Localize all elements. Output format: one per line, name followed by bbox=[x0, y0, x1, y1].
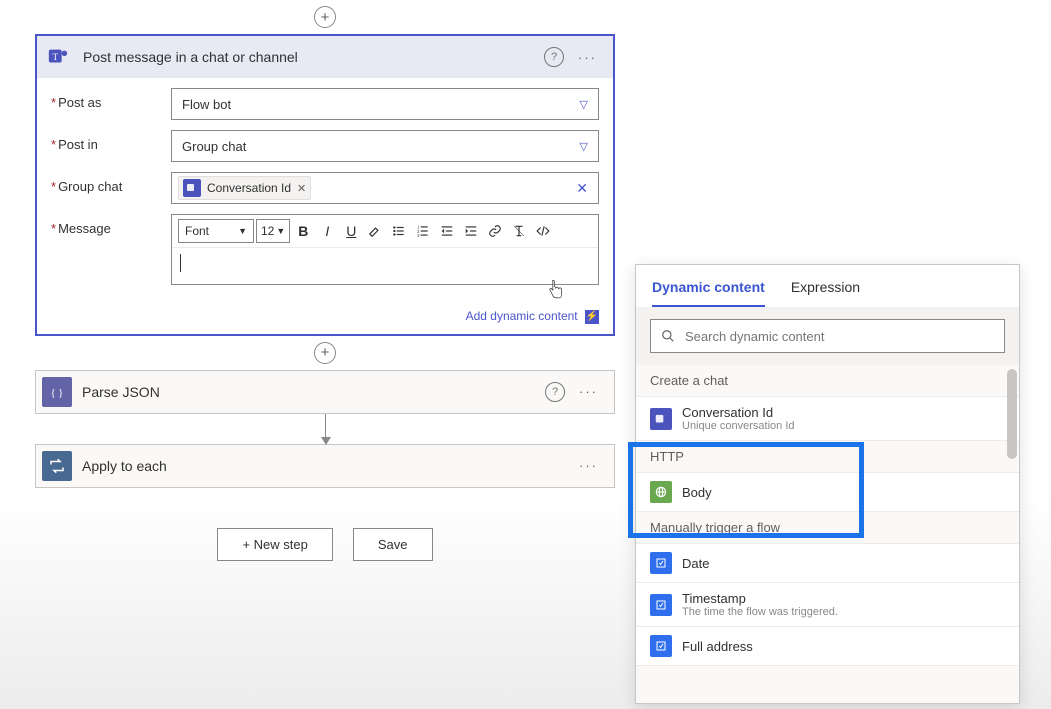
dyn-item-title: Full address bbox=[682, 639, 753, 654]
card-menu-button[interactable]: ··· bbox=[573, 384, 604, 399]
dyn-item-title: Timestamp bbox=[682, 591, 838, 606]
save-button[interactable]: Save bbox=[353, 528, 433, 561]
svg-text:3: 3 bbox=[417, 233, 420, 238]
add-step-middle-button[interactable]: + bbox=[314, 342, 336, 364]
group-chat-label: *Group chat bbox=[51, 172, 171, 194]
message-label: *Message bbox=[51, 214, 171, 236]
add-dynamic-content-link[interactable]: Add dynamic content bbox=[466, 309, 578, 323]
svg-text:{ }: { } bbox=[51, 388, 64, 399]
json-icon: { } bbox=[42, 377, 72, 407]
trigger-icon bbox=[650, 552, 672, 574]
new-step-button[interactable]: + New step bbox=[217, 528, 332, 561]
dyn-item-title: Conversation Id bbox=[682, 405, 795, 420]
group-header: HTTP bbox=[636, 441, 1019, 473]
group-header: Manually trigger a flow bbox=[636, 512, 1019, 544]
scrollbar[interactable] bbox=[1007, 369, 1017, 459]
tab-expression[interactable]: Expression bbox=[791, 279, 860, 307]
group-header: Create a chat bbox=[636, 365, 1019, 397]
dyn-item-body[interactable]: Body bbox=[636, 473, 1019, 512]
teams-icon bbox=[650, 408, 672, 430]
dyn-item-desc: The time the flow was triggered. bbox=[682, 606, 838, 618]
remove-token-icon[interactable]: ✕ bbox=[297, 182, 306, 195]
help-icon[interactable]: ? bbox=[545, 382, 565, 402]
highlight-button[interactable] bbox=[364, 220, 386, 242]
group-chat-input[interactable]: Conversation Id ✕ ✕ bbox=[171, 172, 599, 204]
underline-button[interactable]: U bbox=[340, 220, 362, 242]
rte-toolbar: Font▼ 12▼ B I U 123 bbox=[172, 215, 598, 248]
dyn-item-title: Body bbox=[682, 485, 712, 500]
apply-to-each-card[interactable]: Apply to each ··· bbox=[35, 444, 615, 488]
parse-json-card[interactable]: { } Parse JSON ? ··· bbox=[35, 370, 615, 414]
search-input[interactable] bbox=[683, 328, 994, 345]
trigger-icon bbox=[650, 594, 672, 616]
chevron-down-icon: ▽ bbox=[580, 140, 588, 153]
tab-dynamic-content[interactable]: Dynamic content bbox=[652, 279, 765, 307]
outdent-button[interactable] bbox=[436, 220, 458, 242]
code-view-button[interactable] bbox=[532, 220, 554, 242]
bold-button[interactable]: B bbox=[292, 220, 314, 242]
help-icon[interactable]: ? bbox=[544, 47, 564, 67]
add-step-top-button[interactable]: + bbox=[314, 6, 336, 28]
parse-json-title: Parse JSON bbox=[82, 384, 545, 400]
chevron-down-icon: ▽ bbox=[580, 98, 588, 111]
clear-input-icon[interactable]: ✕ bbox=[572, 180, 592, 197]
post-in-label: *Post in bbox=[51, 130, 171, 152]
loop-icon bbox=[42, 451, 72, 481]
flow-arrow-icon bbox=[325, 414, 326, 444]
teams-card-title: Post message in a chat or channel bbox=[83, 49, 544, 65]
message-textarea[interactable] bbox=[172, 248, 598, 284]
dyn-item-title: Date bbox=[682, 556, 709, 571]
teams-icon bbox=[183, 179, 201, 197]
search-dynamic-content[interactable] bbox=[650, 319, 1005, 353]
font-size-select[interactable]: 12▼ bbox=[256, 219, 290, 243]
apply-to-each-title: Apply to each bbox=[82, 458, 573, 474]
post-in-select[interactable]: Group chat ▽ bbox=[171, 130, 599, 162]
dyn-item-date[interactable]: Date bbox=[636, 544, 1019, 583]
dynamic-content-panel: Dynamic content Expression Create a chat… bbox=[635, 264, 1020, 704]
http-icon bbox=[650, 481, 672, 503]
indent-button[interactable] bbox=[460, 220, 482, 242]
post-as-label: *Post as bbox=[51, 88, 171, 110]
card-menu-button[interactable]: ··· bbox=[572, 50, 603, 65]
dyn-item-desc: Unique conversation Id bbox=[682, 420, 795, 432]
dynamic-content-toggle-icon[interactable]: ⚡ bbox=[585, 310, 599, 324]
italic-button[interactable]: I bbox=[316, 220, 338, 242]
text-caret bbox=[180, 254, 181, 272]
dynamic-content-list: Create a chat Conversation Id Unique con… bbox=[636, 365, 1019, 703]
bullet-list-button[interactable] bbox=[388, 220, 410, 242]
teams-icon: T bbox=[43, 42, 73, 72]
dyn-item-full-address[interactable]: Full address bbox=[636, 627, 1019, 666]
card-menu-button[interactable]: ··· bbox=[573, 458, 604, 473]
link-button[interactable] bbox=[484, 220, 506, 242]
teams-action-card: T Post message in a chat or channel ? ··… bbox=[35, 34, 615, 336]
conversation-id-token[interactable]: Conversation Id ✕ bbox=[178, 176, 311, 200]
svg-text:T: T bbox=[52, 52, 58, 62]
post-as-select[interactable]: Flow bot ▽ bbox=[171, 88, 599, 120]
font-select[interactable]: Font▼ bbox=[178, 219, 254, 243]
numbered-list-button[interactable]: 123 bbox=[412, 220, 434, 242]
teams-card-header[interactable]: T Post message in a chat or channel ? ··… bbox=[37, 36, 613, 78]
message-editor[interactable]: Font▼ 12▼ B I U 123 bbox=[171, 214, 599, 285]
clear-format-button[interactable] bbox=[508, 220, 530, 242]
dyn-item-conversation-id[interactable]: Conversation Id Unique conversation Id bbox=[636, 397, 1019, 441]
trigger-icon bbox=[650, 635, 672, 657]
dyn-item-timestamp[interactable]: Timestamp The time the flow was triggere… bbox=[636, 583, 1019, 627]
search-icon bbox=[661, 329, 675, 343]
